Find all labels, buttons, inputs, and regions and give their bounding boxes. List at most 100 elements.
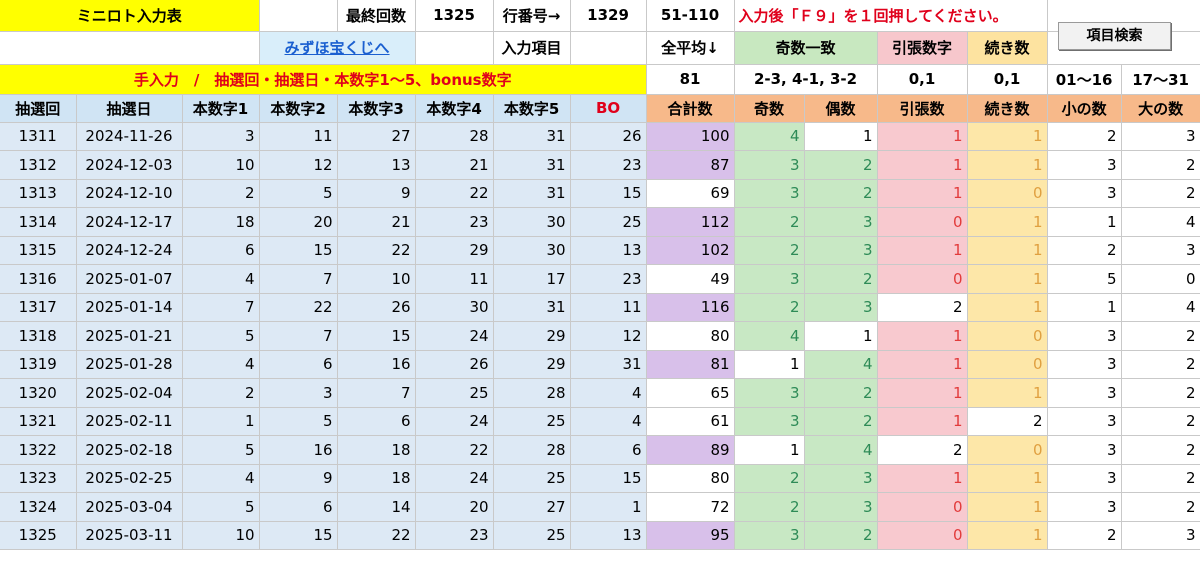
cell-n4[interactable]: 29	[415, 236, 494, 265]
cell-n2[interactable]: 3	[259, 378, 338, 408]
cell-n4[interactable]: 30	[415, 293, 494, 322]
cell-date[interactable]: 2025-01-07	[76, 264, 183, 294]
cell-small[interactable]: 3	[1047, 321, 1122, 351]
cell-n5[interactable]: 31	[493, 293, 571, 322]
cell-cont[interactable]: 1	[967, 207, 1048, 237]
cell-small[interactable]: 3	[1047, 492, 1122, 522]
mizuho-link[interactable]: みずほ宝くじへ	[259, 31, 416, 65]
cell-n5[interactable]: 31	[493, 150, 571, 180]
range-value[interactable]: 51-110	[646, 0, 735, 32]
cell-pull[interactable]: 1	[877, 378, 968, 408]
cell-n4[interactable]: 25	[415, 378, 494, 408]
cell-sum[interactable]: 49	[646, 264, 735, 294]
cell-cont[interactable]: 1	[967, 293, 1048, 322]
cell-n4[interactable]: 24	[415, 407, 494, 436]
cell-bo[interactable]: 11	[570, 293, 647, 322]
cell-large[interactable]: 2	[1121, 435, 1200, 465]
pull-value[interactable]: 0,1	[877, 64, 968, 95]
cell-even[interactable]: 2	[804, 407, 878, 436]
cell-large[interactable]: 2	[1121, 464, 1200, 493]
cell-date[interactable]: 2025-02-04	[76, 378, 183, 408]
cell-n5[interactable]: 30	[493, 236, 571, 265]
cell-small[interactable]: 3	[1047, 464, 1122, 493]
col-header[interactable]: 続き数	[967, 94, 1048, 123]
cell-even[interactable]: 3	[804, 492, 878, 522]
cell-n5[interactable]: 25	[493, 407, 571, 436]
cell-cont[interactable]: 0	[967, 179, 1048, 208]
cell-n3[interactable]: 14	[337, 492, 416, 522]
cell-even[interactable]: 3	[804, 464, 878, 493]
row-no-value[interactable]: 1329	[570, 0, 647, 32]
cell-date[interactable]: 2024-12-24	[76, 236, 183, 265]
cell-odd[interactable]: 2	[734, 464, 805, 493]
cell-n3[interactable]: 10	[337, 264, 416, 294]
cell-n1[interactable]: 4	[182, 464, 260, 493]
cell-cont[interactable]: 1	[967, 378, 1048, 408]
cell-date[interactable]: 2025-03-11	[76, 521, 183, 550]
col-header[interactable]: 抽選回	[0, 94, 77, 123]
cell-no[interactable]: 1317	[0, 293, 77, 322]
cell-pull[interactable]: 1	[877, 350, 968, 379]
cell-even[interactable]: 3	[804, 207, 878, 237]
cell-small[interactable]: 3	[1047, 150, 1122, 180]
cell-n4[interactable]: 20	[415, 492, 494, 522]
cell-even[interactable]: 2	[804, 378, 878, 408]
cell-n2[interactable]: 22	[259, 293, 338, 322]
cell-n2[interactable]: 20	[259, 207, 338, 237]
cell-sum[interactable]: 72	[646, 492, 735, 522]
cell-sum[interactable]: 95	[646, 521, 735, 550]
cell-cont[interactable]: 0	[967, 435, 1048, 465]
cell-bo[interactable]: 26	[570, 122, 647, 151]
cell-odd[interactable]: 2	[734, 207, 805, 237]
cell-bo[interactable]: 15	[570, 179, 647, 208]
cell-no[interactable]: 1315	[0, 236, 77, 265]
cell-small[interactable]: 2	[1047, 521, 1122, 550]
cell-pull[interactable]: 0	[877, 521, 968, 550]
cell-small[interactable]: 2	[1047, 236, 1122, 265]
col-header[interactable]: 本数字1	[182, 94, 260, 123]
cell-even[interactable]: 3	[804, 236, 878, 265]
cell-cont[interactable]: 1	[967, 492, 1048, 522]
cell-bo[interactable]: 13	[570, 521, 647, 550]
cell-date[interactable]: 2024-11-26	[76, 122, 183, 151]
cell-large[interactable]: 2	[1121, 350, 1200, 379]
cell-n2[interactable]: 9	[259, 464, 338, 493]
cell-pull[interactable]: 1	[877, 236, 968, 265]
cell-n5[interactable]: 30	[493, 207, 571, 237]
cell-odd[interactable]: 2	[734, 492, 805, 522]
avg-value[interactable]: 81	[646, 64, 735, 95]
cell-n4[interactable]: 23	[415, 207, 494, 237]
cell-large[interactable]: 4	[1121, 293, 1200, 322]
cell-date[interactable]: 2025-03-04	[76, 492, 183, 522]
cell-bo[interactable]: 4	[570, 378, 647, 408]
cell-n1[interactable]: 4	[182, 264, 260, 294]
cell-odd[interactable]: 4	[734, 122, 805, 151]
cell-odd[interactable]: 4	[734, 321, 805, 351]
cell-bo[interactable]: 6	[570, 435, 647, 465]
cell-small[interactable]: 3	[1047, 407, 1122, 436]
cell-bo[interactable]: 23	[570, 264, 647, 294]
cell-no[interactable]: 1316	[0, 264, 77, 294]
cell-date[interactable]: 2025-02-25	[76, 464, 183, 493]
cell-small[interactable]: 2	[1047, 122, 1122, 151]
cell-n2[interactable]: 11	[259, 122, 338, 151]
cell-small[interactable]: 3	[1047, 435, 1122, 465]
cell-n4[interactable]: 22	[415, 179, 494, 208]
cell-n3[interactable]: 13	[337, 150, 416, 180]
cell-no[interactable]: 1323	[0, 464, 77, 493]
cell-even[interactable]: 2	[804, 264, 878, 294]
cell-large[interactable]: 2	[1121, 179, 1200, 208]
col-header[interactable]: 本数字3	[337, 94, 416, 123]
cell-cont[interactable]: 0	[967, 321, 1048, 351]
col-header[interactable]: 小の数	[1047, 94, 1122, 123]
cell-n2[interactable]: 16	[259, 435, 338, 465]
cell-date[interactable]: 2025-02-18	[76, 435, 183, 465]
cell-n5[interactable]: 31	[493, 179, 571, 208]
cell-n2[interactable]: 6	[259, 350, 338, 379]
cell-date[interactable]: 2024-12-10	[76, 179, 183, 208]
cell-n2[interactable]: 6	[259, 492, 338, 522]
col-header[interactable]: 本数字2	[259, 94, 338, 123]
cell-n2[interactable]: 7	[259, 321, 338, 351]
cell-date[interactable]: 2025-01-28	[76, 350, 183, 379]
cell-cont[interactable]: 0	[967, 350, 1048, 379]
